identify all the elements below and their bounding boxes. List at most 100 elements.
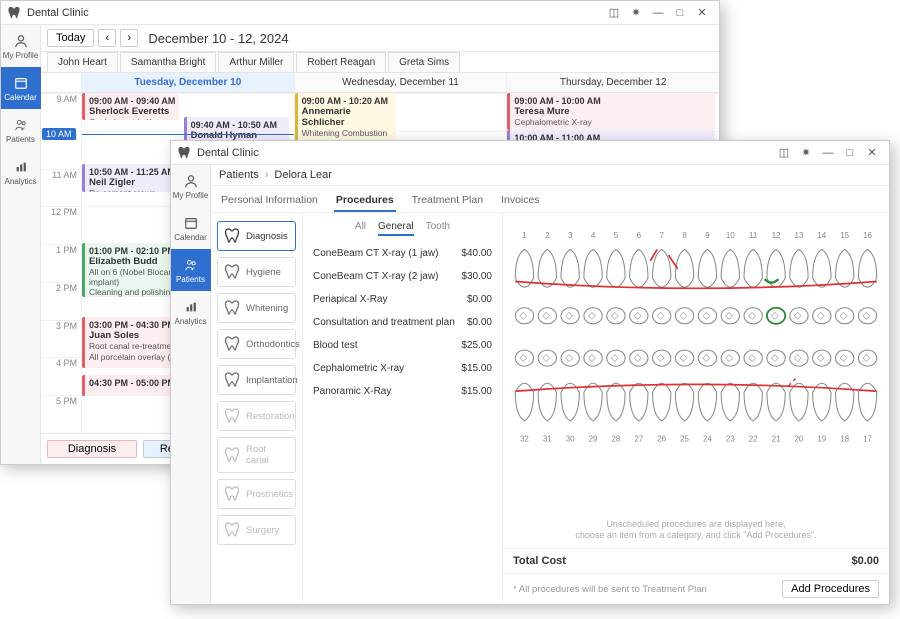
category-implantation[interactable]: Implantation (217, 365, 296, 395)
settings-icon[interactable]: ✷ (795, 144, 817, 162)
sidebar-item-analytics[interactable]: Analytics (1, 151, 41, 193)
category-restoration[interactable]: Restoration (217, 401, 296, 431)
minimize-button[interactable]: — (817, 144, 839, 162)
category-diagnosis[interactable]: Diagnosis (217, 221, 296, 251)
sidebar-item-profile[interactable]: My Profile (171, 165, 211, 207)
appointment[interactable]: 09:00 AM - 10:00 AMTeresa MureCephalomet… (507, 93, 714, 130)
category-whitening[interactable]: Whitening (217, 293, 296, 323)
analytics-icon (183, 299, 199, 315)
patient-window: Dental Clinic ◫ ✷ — □ ✕ My Profile Calen… (170, 140, 890, 605)
sidebar-item-patients[interactable]: Patients (1, 109, 41, 151)
total-value: $0.00 (851, 555, 879, 567)
category-root-canal[interactable]: Root canal (217, 437, 296, 473)
app-icon (177, 146, 191, 160)
svg-text:31: 31 (543, 435, 552, 444)
svg-text:1: 1 (522, 231, 527, 240)
nav-label: Analytics (4, 177, 36, 186)
tab-procedures[interactable]: Procedures (334, 190, 396, 212)
sidebar: My Profile Calendar Patients Analytics (171, 165, 211, 604)
svg-text:6: 6 (637, 231, 642, 240)
price-row[interactable]: ConeBeam CT X-ray (2 jaw)$30.00 (303, 265, 502, 288)
sidebar-item-analytics[interactable]: Analytics (171, 291, 211, 333)
price-row[interactable]: Cephalometric X-ray$15.00 (303, 357, 502, 380)
svg-text:4: 4 (591, 231, 596, 240)
filter-general[interactable]: General (378, 221, 414, 236)
filter-all[interactable]: All (355, 221, 366, 236)
time-column: 9 AM 10 AM 11 AM 12 PM 1 PM 2 PM 3 PM 4 … (41, 93, 81, 433)
category-hygiene[interactable]: Hygiene (217, 257, 296, 287)
svg-text:19: 19 (817, 435, 826, 444)
sidebar-item-calendar[interactable]: Calendar (171, 207, 211, 249)
next-button[interactable]: › (120, 29, 138, 47)
svg-text:21: 21 (772, 435, 781, 444)
nav-label: My Profile (173, 191, 209, 200)
close-button[interactable]: ✕ (691, 4, 713, 22)
staff-tab[interactable]: Greta Sims (388, 52, 460, 72)
sidebar-item-calendar[interactable]: Calendar (1, 67, 41, 109)
category-surgery[interactable]: Surgery (217, 515, 296, 545)
category-orthodontics[interactable]: Orthodontics (217, 329, 296, 359)
svg-text:16: 16 (863, 231, 872, 240)
theme-toggle-icon[interactable]: ◫ (773, 144, 795, 162)
svg-text:29: 29 (589, 435, 598, 444)
staff-tab[interactable]: Arthur Miller (218, 52, 294, 72)
legend-diagnosis[interactable]: Diagnosis (47, 440, 137, 458)
svg-text:17: 17 (863, 435, 872, 444)
patients-icon (13, 117, 29, 133)
price-row[interactable]: Periapical X-Ray$0.00 (303, 288, 502, 311)
tooth-icon (224, 336, 240, 352)
tab-personal-info[interactable]: Personal Information (219, 190, 320, 212)
staff-tab[interactable]: Robert Reagan (296, 52, 386, 72)
price-row[interactable]: ConeBeam CT X-ray (1 jaw)$40.00 (303, 242, 502, 265)
nav-label: Analytics (174, 317, 206, 326)
breadcrumb-root[interactable]: Patients (219, 169, 259, 181)
appointment[interactable]: 09:00 AM - 09:40 AMSherlock EverettsCeph… (82, 93, 179, 120)
day-header: Tuesday, December 10 (81, 73, 294, 92)
svg-text:27: 27 (634, 435, 643, 444)
prev-button[interactable]: ‹ (98, 29, 116, 47)
price-row[interactable]: Panoramic X-Ray$15.00 (303, 380, 502, 403)
tooth-icon (224, 408, 240, 424)
sidebar-item-patients[interactable]: Patients (171, 249, 211, 291)
staff-tabs: John Heart Samantha Bright Arthur Miller… (41, 52, 719, 73)
tab-treatment-plan[interactable]: Treatment Plan (410, 190, 485, 212)
maximize-button[interactable]: □ (669, 4, 691, 22)
category-prosthetics[interactable]: Prosthetics (217, 479, 296, 509)
price-row[interactable]: Consultation and treatment plan$0.00 (303, 311, 502, 334)
appointment[interactable]: 10:50 AM - 11:25 AMNeil ZiglerRe-cement … (82, 164, 179, 191)
today-button[interactable]: Today (47, 29, 94, 47)
close-button[interactable]: ✕ (861, 144, 883, 162)
tab-invoices[interactable]: Invoices (499, 190, 542, 212)
appointment[interactable]: 09:00 AM - 10:20 AMAnnemarie SchlicherWh… (295, 93, 397, 141)
tabs: Personal Information Procedures Treatmen… (211, 186, 889, 213)
svg-text:10: 10 (726, 231, 735, 240)
add-procedures-button[interactable]: Add Procedures (782, 580, 879, 598)
teeth-chart[interactable]: 1234567891011121314151632313029282726252… (503, 213, 889, 515)
theme-toggle-icon[interactable]: ◫ (603, 4, 625, 22)
tooth-icon (224, 264, 240, 280)
nav-label: Calendar (174, 233, 206, 242)
svg-text:2: 2 (545, 231, 550, 240)
titlebar: Dental Clinic ◫ ✷ — □ ✕ (171, 141, 889, 165)
sidebar-item-profile[interactable]: My Profile (1, 25, 41, 67)
svg-text:11: 11 (749, 231, 758, 240)
day-header: Wednesday, December 11 (294, 73, 507, 92)
tooth-icon (224, 228, 240, 244)
svg-text:12: 12 (772, 231, 781, 240)
staff-tab[interactable]: Samantha Bright (120, 52, 217, 72)
staff-tab[interactable]: John Heart (47, 52, 118, 72)
svg-text:9: 9 (705, 231, 710, 240)
settings-icon[interactable]: ✷ (625, 4, 647, 22)
maximize-button[interactable]: □ (839, 144, 861, 162)
svg-text:24: 24 (703, 435, 712, 444)
svg-text:13: 13 (794, 231, 803, 240)
app-title: Dental Clinic (197, 147, 259, 159)
nav-label: Patients (6, 135, 35, 144)
date-range: December 10 - 12, 2024 (148, 31, 288, 46)
svg-text:28: 28 (611, 435, 620, 444)
filter-tooth[interactable]: Tooth (426, 221, 450, 236)
price-row[interactable]: Blood test$25.00 (303, 334, 502, 357)
minimize-button[interactable]: — (647, 4, 669, 22)
breadcrumb-leaf[interactable]: Delora Lear (274, 169, 331, 181)
svg-text:26: 26 (657, 435, 666, 444)
